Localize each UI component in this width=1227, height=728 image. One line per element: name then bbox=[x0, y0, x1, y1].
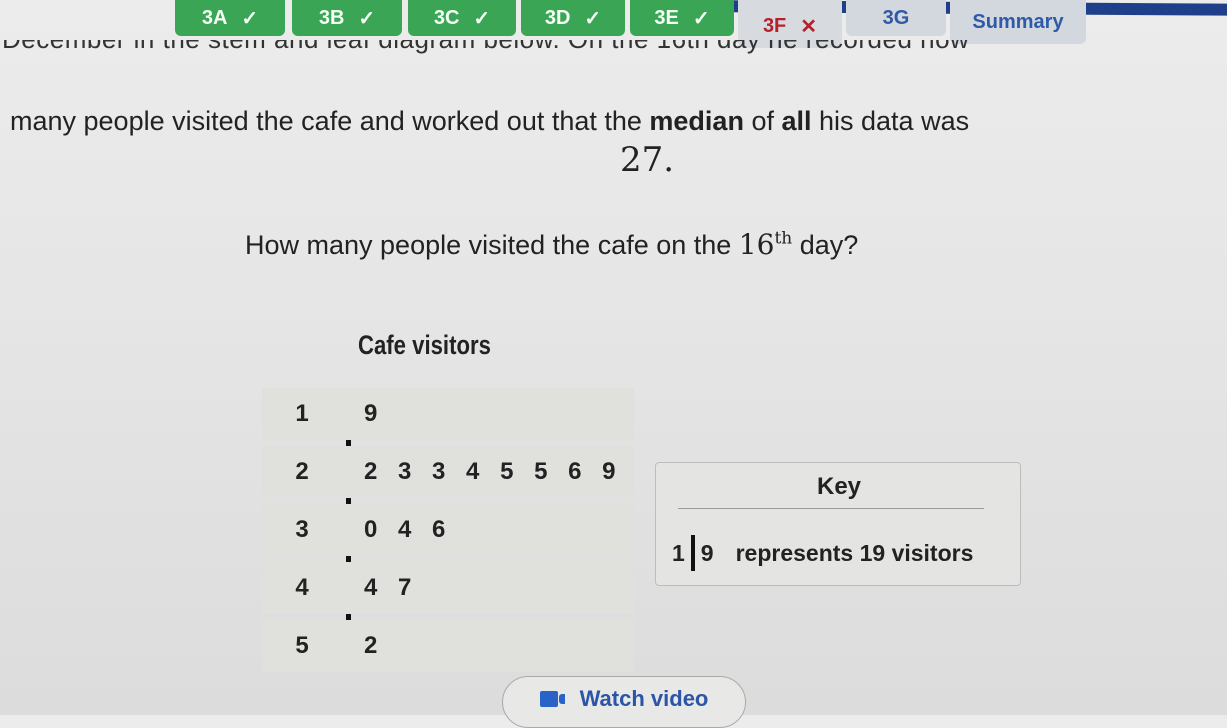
prompt-text: How many people visited the cafe on the bbox=[245, 230, 739, 260]
leaves: 2 3 3 4 5 5 6 9 bbox=[364, 458, 622, 485]
leaves: 0 4 6 bbox=[364, 516, 452, 543]
key-leaf: 9 bbox=[700, 539, 714, 566]
question-text-line: many people visited the cafe and worked … bbox=[10, 106, 969, 137]
tab-label: 3E bbox=[654, 6, 679, 29]
tab-3a[interactable]: 3A ✓ bbox=[175, 0, 285, 36]
stem: 3 bbox=[295, 516, 309, 543]
check-icon: ✓ bbox=[692, 7, 710, 30]
check-icon: ✓ bbox=[584, 7, 602, 30]
prompt-text: day? bbox=[792, 230, 859, 260]
tab-3g[interactable]: 3G bbox=[846, 0, 946, 36]
stem-leaf-row: 5 2 bbox=[262, 620, 634, 672]
stem: 2 bbox=[295, 458, 309, 485]
stem: 5 bbox=[295, 632, 309, 659]
key-divider bbox=[678, 508, 984, 509]
day-number-value: 16 bbox=[738, 228, 775, 261]
question-text: of bbox=[743, 106, 782, 136]
tab-label: 3B bbox=[318, 6, 345, 29]
tab-3e[interactable]: 3E ✓ bbox=[630, 0, 734, 36]
stem: 4 bbox=[295, 574, 309, 601]
watch-video-button[interactable]: Watch video bbox=[502, 676, 746, 728]
key-title: Key bbox=[816, 473, 862, 500]
key-divider-bar bbox=[690, 535, 695, 571]
stem-leaf-row: 2 2 3 3 4 5 5 6 9 bbox=[262, 446, 634, 498]
clipped-text: December in the stem and leaf diagram be… bbox=[2, 40, 969, 55]
video-camera-icon bbox=[539, 691, 570, 707]
check-icon: ✓ bbox=[473, 7, 491, 30]
median-value: 27. bbox=[620, 140, 675, 180]
ordinal-suffix: th bbox=[774, 228, 793, 249]
stem-leaf-row: 1 9 bbox=[262, 388, 634, 440]
leaves: 4 7 bbox=[364, 574, 418, 601]
tab-label: Summary bbox=[972, 10, 1064, 33]
question-prompt: How many people visited the cafe on the … bbox=[245, 228, 858, 261]
tab-label: 3A bbox=[201, 6, 228, 29]
key-stem: 1 bbox=[672, 539, 685, 566]
key-description: represents 19 visitors bbox=[735, 539, 974, 566]
stem-leaf-title: Cafe visitors bbox=[358, 330, 491, 360]
leaves: 2 bbox=[364, 632, 384, 659]
stem-leaf-row: 4 4 7 bbox=[262, 562, 634, 614]
tab-label: 3F bbox=[762, 14, 787, 37]
stem-leaf-diagram: 1 9 2 2 3 3 4 5 5 6 9 3 0 4 6 4 4 7 5 2 bbox=[262, 388, 634, 678]
tab-3c[interactable]: 3C ✓ bbox=[408, 0, 516, 36]
emphasis-all: all bbox=[781, 106, 812, 136]
stem-leaf-row: 3 0 4 6 bbox=[262, 504, 634, 556]
emphasis-median: median bbox=[649, 106, 744, 136]
question-text: his data was bbox=[811, 106, 970, 136]
clipped-question-line: December in the stem and leaf diagram be… bbox=[0, 40, 1227, 58]
check-icon: ✓ bbox=[241, 7, 259, 30]
day-number: 16th bbox=[739, 228, 792, 261]
stem: 1 bbox=[295, 400, 309, 427]
check-icon: ✓ bbox=[358, 7, 376, 30]
tab-3d[interactable]: 3D ✓ bbox=[521, 0, 625, 36]
cross-icon: ✕ bbox=[800, 15, 818, 38]
question-text: many people visited the cafe and worked … bbox=[10, 106, 650, 136]
watch-video-label: Watch video bbox=[579, 686, 709, 711]
tab-label: 3D bbox=[544, 6, 571, 29]
key-example: 1 9 represents 19 visitors bbox=[672, 535, 973, 571]
tab-3b[interactable]: 3B ✓ bbox=[292, 0, 402, 36]
leaves: 9 bbox=[364, 400, 384, 427]
tab-label: 3C bbox=[433, 6, 460, 29]
tab-label: 3G bbox=[882, 6, 910, 29]
key-box: Key 1 9 represents 19 visitors bbox=[655, 462, 1021, 586]
tab-summary[interactable]: Summary bbox=[950, 0, 1086, 44]
